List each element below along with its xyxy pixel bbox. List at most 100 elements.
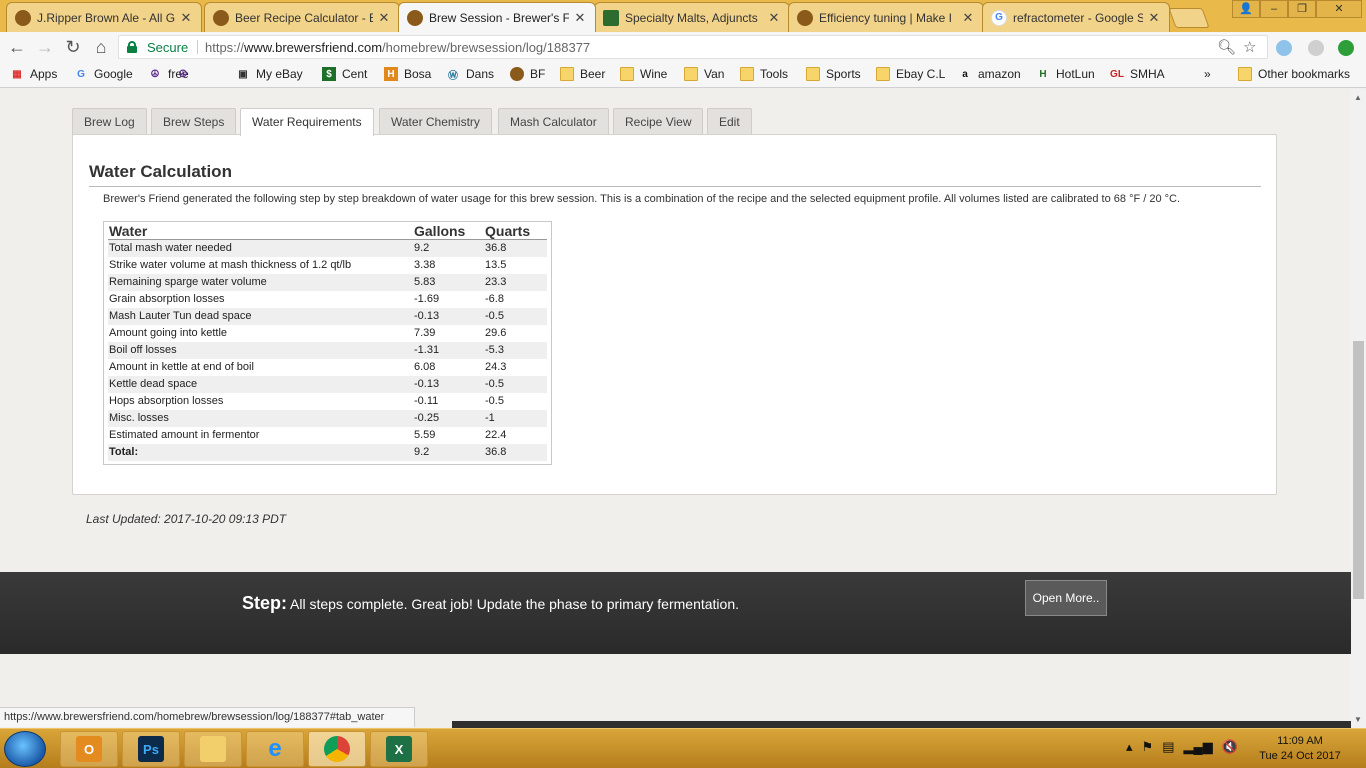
address-bar[interactable]: Secure https://www.brewersfriend.com/hom… bbox=[118, 35, 1268, 59]
bookmark-folder-ebay-cl[interactable]: Ebay C.L bbox=[876, 67, 945, 81]
taskbar-excel[interactable]: X bbox=[370, 731, 428, 767]
row-label: Misc. losses bbox=[108, 410, 413, 427]
bookmark-amazon[interactable]: a amazon bbox=[958, 67, 1020, 81]
bookmark-folder-tools[interactable]: Tools bbox=[740, 67, 788, 81]
bookmarks-bar: ▦ Apps G Google ☮ free ☮ ▣ My eBay $ Cent H Bo… bbox=[0, 62, 1366, 88]
close-window-button[interactable]: ✕ bbox=[1316, 0, 1362, 18]
bookmark-smha[interactable]: GL SMHA bbox=[1110, 67, 1165, 81]
browser-tab[interactable]: Specialty Malts, Adjuncts ✕ bbox=[594, 2, 790, 32]
wordpress-icon: Ⓦ bbox=[448, 70, 458, 82]
folder-icon bbox=[200, 736, 226, 762]
bookmark-cent[interactable]: $ Cent bbox=[322, 67, 367, 81]
network-signal-icon[interactable]: ▂▄▆ bbox=[1183, 739, 1212, 755]
bookmark-hotlun[interactable]: H HotLun bbox=[1036, 67, 1094, 81]
tab-brew-steps[interactable]: Brew Steps bbox=[151, 108, 237, 135]
secure-label: Secure bbox=[147, 40, 189, 55]
browser-tab[interactable]: J.Ripper Brown Ale - All G ✕ bbox=[6, 2, 202, 32]
taskbar-clock[interactable]: 11:09 AM Tue 24 Oct 2017 bbox=[1252, 734, 1348, 764]
row-label: Remaining sparge water volume bbox=[108, 274, 413, 291]
gallons-cell: 7.39 bbox=[414, 327, 436, 339]
tab-recipe-view[interactable]: Recipe View bbox=[613, 108, 704, 135]
tab-close-icon[interactable]: ✕ bbox=[179, 10, 193, 26]
step-notification-bar: Step: All steps complete. Great job! Upd… bbox=[0, 572, 1351, 654]
bookmark-dans[interactable]: Ⓦ Dans bbox=[446, 67, 494, 82]
star-bookmark-icon[interactable]: ☆ bbox=[1243, 38, 1256, 56]
bookmark-bosa[interactable]: H Bosa bbox=[384, 67, 431, 81]
row-label: Amount going into kettle bbox=[109, 327, 228, 339]
maximize-button[interactable]: ❐ bbox=[1288, 0, 1316, 18]
tab-close-icon[interactable]: ✕ bbox=[573, 10, 587, 26]
user-icon[interactable]: 👤 bbox=[1232, 0, 1260, 18]
quarts-cell: -6.8 bbox=[485, 293, 504, 305]
action-center-flag-icon[interactable]: ⚑ bbox=[1142, 739, 1154, 755]
taskbar-outlook[interactable]: O bbox=[60, 731, 118, 767]
row-label: Hops absorption losses bbox=[109, 395, 224, 407]
bookmark-google[interactable]: G Google bbox=[74, 67, 133, 81]
row-label: Boil off losses bbox=[108, 342, 413, 359]
bookmarks-overflow-button[interactable]: » bbox=[1204, 67, 1211, 81]
folder-icon bbox=[560, 67, 574, 81]
extension-icon[interactable] bbox=[1308, 40, 1324, 56]
bookmark-folder-wine[interactable]: Wine bbox=[620, 67, 667, 81]
page-scrollbar[interactable]: ▲ ▼ bbox=[1351, 89, 1366, 729]
tab-water-chemistry[interactable]: Water Chemistry bbox=[379, 108, 492, 135]
tab-edit[interactable]: Edit bbox=[707, 108, 752, 135]
taskbar-chrome[interactable] bbox=[308, 731, 366, 767]
browser-tab-active[interactable]: Brew Session - Brewer's F ✕ bbox=[398, 2, 596, 32]
quarts-cell: 36.8 bbox=[484, 239, 547, 257]
tab-mash-calculator[interactable]: Mash Calculator bbox=[498, 108, 609, 135]
tab-close-icon[interactable]: ✕ bbox=[377, 10, 391, 26]
tab-brew-log[interactable]: Brew Log bbox=[72, 108, 147, 135]
row-label: Total mash water needed bbox=[108, 239, 413, 257]
open-more-button[interactable]: Open More.. bbox=[1025, 580, 1107, 616]
url-text[interactable]: https://www.brewersfriend.com/homebrew/b… bbox=[205, 40, 590, 55]
bookmark-folder-sports[interactable]: Sports bbox=[806, 67, 861, 81]
bookmark-my-ebay[interactable]: ▣ My eBay bbox=[236, 67, 302, 81]
total-gallons-cell: 9.2 bbox=[413, 444, 484, 461]
tab-close-icon[interactable]: ✕ bbox=[767, 10, 781, 26]
cloud-extension-icon[interactable] bbox=[1276, 40, 1292, 56]
browser-tab[interactable]: G refractometer - Google S ✕ bbox=[982, 2, 1170, 32]
bookmark-apps[interactable]: ▦ Apps bbox=[10, 67, 57, 81]
table-row: Amount in kettle at end of boil 6.08 24.3 bbox=[108, 359, 547, 376]
scroll-down-arrow-icon[interactable]: ▼ bbox=[1354, 715, 1362, 724]
step-message: All steps complete. Great job! Update th… bbox=[290, 596, 740, 612]
new-tab-button[interactable] bbox=[1168, 8, 1210, 28]
row-label: Amount in kettle at end of boil bbox=[109, 361, 254, 373]
home-icon[interactable]: ⌂ bbox=[90, 37, 112, 59]
table-row: Remaining sparge water volume 5.83 23.3 bbox=[108, 274, 547, 291]
scrollbar-thumb[interactable] bbox=[1353, 341, 1364, 599]
table-row: Strike water volume at mash thickness of… bbox=[108, 257, 547, 274]
back-arrow-icon[interactable]: ← bbox=[6, 37, 28, 59]
tab-close-icon[interactable]: ✕ bbox=[1147, 10, 1161, 26]
bookmark-bf[interactable]: BF bbox=[510, 67, 545, 81]
bookmark-other-bookmarks[interactable]: Other bookmarks bbox=[1238, 67, 1350, 81]
windows-start-button[interactable] bbox=[4, 731, 46, 767]
table-row: Total mash water needed 9.2 36.8 bbox=[108, 239, 547, 257]
minimize-button[interactable]: – bbox=[1260, 0, 1288, 18]
browser-tab[interactable]: Efficiency tuning | Make I ✕ bbox=[788, 2, 984, 32]
beer-mug-icon bbox=[510, 67, 524, 81]
reload-icon[interactable]: ↻ bbox=[62, 37, 84, 59]
cent-icon: $ bbox=[322, 67, 336, 81]
step-label: Step: bbox=[242, 593, 287, 613]
volume-muted-icon[interactable]: 🔇 bbox=[1222, 739, 1238, 755]
tab-close-icon[interactable]: ✕ bbox=[961, 10, 975, 26]
zoom-search-icon[interactable]: 🔍︎ bbox=[1217, 38, 1236, 56]
taskbar-file-explorer[interactable] bbox=[184, 731, 242, 767]
devices-icon[interactable]: ▤ bbox=[1162, 739, 1174, 755]
taskbar-photoshop[interactable]: Ps bbox=[122, 731, 180, 767]
bookmark-folder-van[interactable]: Van bbox=[684, 67, 724, 81]
tab-water-requirements[interactable]: Water Requirements bbox=[240, 108, 374, 136]
update-extension-icon[interactable] bbox=[1338, 40, 1354, 56]
browser-tab[interactable]: Beer Recipe Calculator - E ✕ bbox=[204, 2, 400, 32]
bosa-icon: H bbox=[384, 67, 398, 81]
scroll-up-arrow-icon[interactable]: ▲ bbox=[1354, 93, 1362, 102]
taskbar-internet-explorer[interactable]: e bbox=[246, 731, 304, 767]
gallons-cell: 5.83 bbox=[413, 274, 484, 291]
bookmark-peace[interactable]: ☮ bbox=[176, 67, 196, 81]
bookmark-folder-beer[interactable]: Beer bbox=[560, 67, 605, 81]
show-hidden-icons-icon[interactable]: ▴ bbox=[1126, 739, 1133, 755]
forward-arrow-icon[interactable]: → bbox=[34, 37, 56, 59]
excel-icon: X bbox=[386, 736, 412, 762]
